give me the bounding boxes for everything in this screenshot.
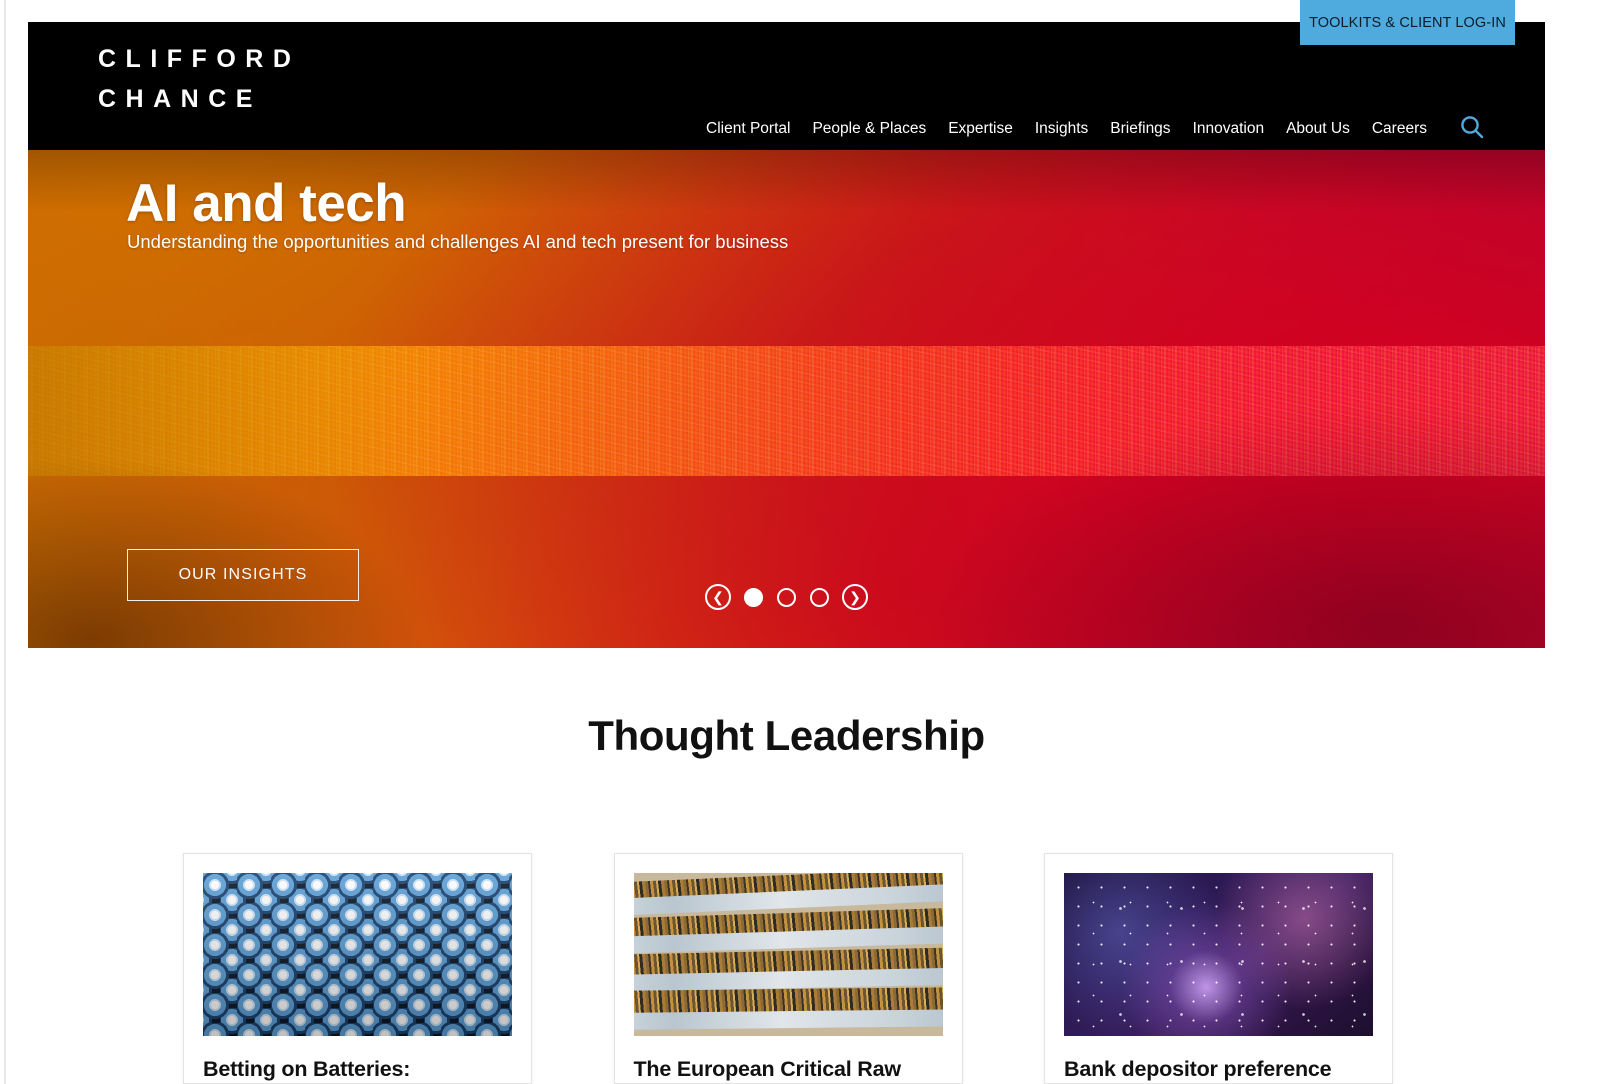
- nav-item-expertise[interactable]: Expertise: [948, 120, 1013, 138]
- brand-logo[interactable]: CLIFFORD CHANCE: [98, 44, 300, 114]
- thought-leadership-section: Thought Leadership Betting on Batteries:: [28, 648, 1545, 1084]
- carousel-dot-2[interactable]: [777, 587, 796, 607]
- card-title: The European Critical Raw: [633, 1057, 902, 1081]
- hero-vignette-left: [28, 418, 544, 648]
- hero-subtitle: Understanding the opportunities and chal…: [127, 231, 789, 252]
- batteries-image: [203, 873, 512, 1036]
- our-insights-label: OUR INSIGHTS: [178, 566, 308, 583]
- carousel-controls: ❮ ❯: [28, 584, 1545, 610]
- nav-item-briefings[interactable]: Briefings: [1110, 120, 1170, 138]
- nav-item-insights[interactable]: Insights: [1035, 120, 1088, 138]
- page-root: TOOLKITS & CLIENT LOG-IN CLIFFORD CHANCE…: [0, 0, 1600, 1084]
- toolkits-client-login-button[interactable]: TOOLKITS & CLIENT LOG-IN: [1300, 0, 1515, 45]
- carousel-dot-1[interactable]: [744, 587, 763, 607]
- nav-item-people-and-places[interactable]: People & Places: [812, 120, 926, 138]
- brand-logo-line-1: CLIFFORD: [98, 45, 301, 73]
- hero-carousel: AI and tech Understanding the opportunit…: [28, 150, 1545, 648]
- chevron-left-icon[interactable]: ❮: [705, 584, 731, 610]
- page-scrollbar[interactable]: [4, 0, 6, 1084]
- nav-item-careers[interactable]: Careers: [1372, 120, 1427, 138]
- nav-item-innovation[interactable]: Innovation: [1193, 120, 1265, 138]
- thought-leadership-card[interactable]: Betting on Batteries:: [183, 853, 532, 1084]
- main-navigation: Client Portal People & Places Expertise …: [706, 120, 1427, 138]
- brand-logo-line-2: CHANCE: [98, 85, 262, 113]
- card-title: Betting on Batteries:: [203, 1057, 411, 1081]
- thought-leadership-card[interactable]: The European Critical Raw: [613, 853, 963, 1084]
- nav-item-client-portal[interactable]: Client Portal: [706, 120, 790, 138]
- carousel-dot-3[interactable]: [810, 587, 829, 607]
- thought-leadership-card[interactable]: Bank depositor preference: [1044, 853, 1393, 1084]
- toolkits-client-login-label: TOOLKITS & CLIENT LOG-IN: [1309, 14, 1506, 31]
- open-pit-mine-image: [633, 873, 943, 1036]
- chevron-right-icon[interactable]: ❯: [842, 584, 868, 610]
- hero-title: AI and tech: [126, 174, 407, 233]
- card-title: Bank depositor preference: [1064, 1057, 1332, 1081]
- search-icon[interactable]: [1457, 112, 1487, 142]
- thought-leadership-card-grid: Betting on Batteries: The European Criti…: [183, 853, 1393, 1084]
- galaxy-image: [1064, 873, 1373, 1036]
- nav-item-about-us[interactable]: About Us: [1286, 120, 1350, 138]
- thought-leadership-heading: Thought Leadership: [588, 712, 985, 759]
